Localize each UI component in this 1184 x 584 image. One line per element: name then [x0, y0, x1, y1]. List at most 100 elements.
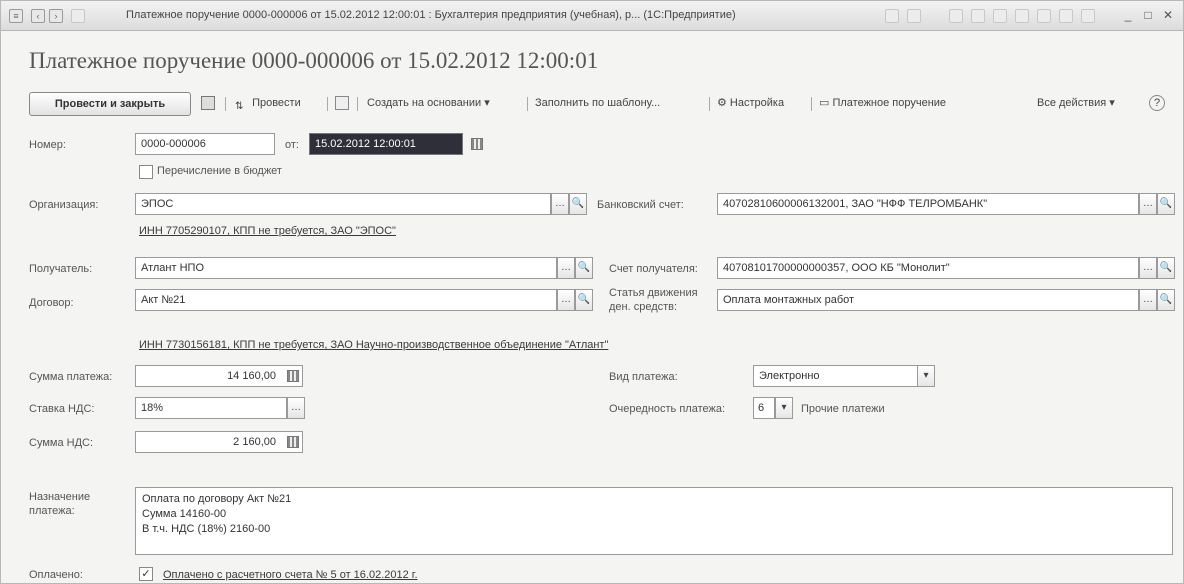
recipient-field[interactable]: Атлант НПО — [135, 257, 557, 279]
organization-open-icon[interactable]: 🔍 — [569, 193, 587, 215]
post-label: Провести — [252, 97, 301, 109]
priority-field[interactable]: 6 — [753, 397, 775, 419]
vat-amount-label: Сумма НДС: — [29, 437, 94, 449]
number-field[interactable]: 0000-000006 — [135, 133, 275, 155]
date-field[interactable]: 15.02.2012 12:00:01 — [309, 133, 463, 155]
organization-label: Организация: — [29, 199, 99, 211]
m-plus-icon[interactable] — [993, 9, 1007, 23]
toolbar-separator — [709, 97, 710, 111]
save-button[interactable] — [201, 92, 215, 116]
purpose-textarea[interactable]: Оплата по договору Акт №21 Сумма 14160-0… — [135, 487, 1173, 555]
calc-icon[interactable] — [949, 9, 963, 23]
report-button[interactable] — [335, 92, 349, 116]
bank-account-select-button[interactable]: … — [1139, 193, 1157, 215]
dropdown-icon[interactable] — [1081, 9, 1095, 23]
recipient-account-open-icon[interactable]: 🔍 — [1157, 257, 1175, 279]
purpose-line: В т.ч. НДС (18%) 2160-00 — [142, 523, 271, 535]
maximize-icon[interactable]: □ — [1139, 7, 1157, 23]
bank-account-open-icon[interactable]: 🔍 — [1157, 193, 1175, 215]
bank-account-label: Банковский счет: — [597, 199, 684, 211]
window-title: Платежное поручение 0000-000006 от 15.02… — [126, 9, 736, 21]
purpose-label-line1: Назначение — [29, 491, 91, 503]
calendar-icon[interactable] — [471, 138, 483, 150]
app-menu-icon[interactable]: ≡ — [9, 9, 23, 23]
recipient-account-field[interactable]: 40708101700000000357, ООО КБ "Монолит" — [717, 257, 1139, 279]
vat-amount-field[interactable]: 2 160,00 — [135, 431, 303, 453]
organization-inn-link[interactable]: ИНН 7705290107, КПП не требуется, ЗАО "Э… — [139, 225, 396, 237]
cash-flow-open-icon[interactable]: 🔍 — [1157, 289, 1175, 311]
amount-label: Сумма платежа: — [29, 371, 113, 383]
chevron-down-icon: ▾ — [1109, 97, 1115, 109]
favorites-icon[interactable] — [885, 9, 899, 23]
recipient-account-label: Счет получателя: — [609, 263, 698, 275]
calculator-icon[interactable] — [287, 436, 299, 448]
gear-icon: ⚙ — [717, 97, 730, 109]
contract-label: Договор: — [29, 297, 74, 309]
document-window: ≡ ‹ › Платежное поручение 0000-000006 от… — [0, 0, 1184, 584]
info-icon[interactable] — [1059, 9, 1073, 23]
priority-dropdown-icon[interactable]: ▾ — [775, 397, 793, 419]
purpose-line: Сумма 14160-00 — [142, 508, 227, 520]
vat-rate-select-button[interactable]: … — [287, 397, 305, 419]
paid-label: Оплачено: — [29, 569, 83, 581]
date-label: от: — [285, 139, 299, 151]
cash-flow-field[interactable]: Оплата монтажных работ — [717, 289, 1139, 311]
recipient-inn-link[interactable]: ИНН 7730156181, КПП не требуется, ЗАО На… — [139, 339, 608, 351]
fill-from-template-button[interactable]: Заполнить по шаблону... — [535, 92, 660, 116]
m-icon[interactable] — [1015, 9, 1029, 23]
post-button[interactable]: ⇅ Провести — [235, 92, 301, 116]
print-payment-order-label: Платежное поручение — [832, 97, 947, 109]
toolbar-separator — [225, 97, 226, 111]
page-title: Платежное поручение 0000-000006 от 15.02… — [29, 48, 599, 73]
priority-label: Очередность платежа: — [609, 403, 726, 415]
toolbar-separator — [811, 97, 812, 111]
organization-select-button[interactable]: … — [551, 193, 569, 215]
budget-checkbox[interactable] — [139, 165, 153, 179]
cash-flow-select-button[interactable]: … — [1139, 289, 1157, 311]
calendar-icon[interactable] — [971, 9, 985, 23]
purpose-label-line2: платежа: — [29, 505, 75, 517]
contract-open-icon[interactable]: 🔍 — [575, 289, 593, 311]
recipient-select-button[interactable]: … — [557, 257, 575, 279]
vat-rate-field[interactable]: 18% — [135, 397, 287, 419]
forward-icon[interactable]: › — [49, 9, 63, 23]
save-icon — [201, 96, 215, 111]
report-icon — [335, 96, 349, 111]
printer-icon: ▭ — [819, 97, 833, 109]
cash-flow-label-line2: ден. средств: — [609, 301, 678, 313]
home-icon[interactable] — [71, 9, 85, 23]
toolbar-separator — [357, 97, 358, 111]
organization-field[interactable]: ЭПОС — [135, 193, 551, 215]
help-button[interactable]: ? — [1149, 92, 1165, 116]
create-based-on-button[interactable]: Создать на основании ▾ — [367, 92, 490, 116]
toolbar-separator — [527, 97, 528, 111]
create-based-on-label: Создать на основании — [367, 97, 482, 109]
paid-checkbox[interactable]: ✓ — [139, 567, 153, 581]
payment-type-field[interactable]: Электронно — [753, 365, 919, 387]
recipient-open-icon[interactable]: 🔍 — [575, 257, 593, 279]
post-and-close-button[interactable]: Провести и закрыть — [29, 92, 191, 116]
priority-description: Прочие платежи — [801, 403, 885, 415]
close-icon[interactable]: ✕ — [1159, 7, 1177, 23]
history-icon[interactable] — [907, 9, 921, 23]
contract-select-button[interactable]: … — [557, 289, 575, 311]
payment-type-dropdown-icon[interactable]: ▾ — [917, 365, 935, 387]
print-payment-order-button[interactable]: ▭ Платежное поручение — [819, 92, 946, 116]
cash-flow-label-line1: Статья движения — [609, 287, 698, 299]
number-label: Номер: — [29, 139, 66, 151]
minimize-icon[interactable]: _ — [1119, 7, 1137, 23]
settings-button[interactable]: ⚙ Настройка — [717, 92, 784, 116]
bank-account-field[interactable]: 40702810600006132001, ЗАО "НФФ ТЕЛРОМБАН… — [717, 193, 1139, 215]
all-actions-button[interactable]: Все действия ▾ — [1037, 92, 1115, 116]
calculator-icon[interactable] — [287, 370, 299, 382]
amount-field[interactable]: 14 160,00 — [135, 365, 303, 387]
recipient-label: Получатель: — [29, 263, 93, 275]
back-icon[interactable]: ‹ — [31, 9, 45, 23]
recipient-account-select-button[interactable]: … — [1139, 257, 1157, 279]
m-minus-icon[interactable] — [1037, 9, 1051, 23]
paid-link[interactable]: Оплачено с расчетного счета № 5 от 16.02… — [163, 569, 418, 581]
contract-field[interactable]: Акт №21 — [135, 289, 557, 311]
payment-type-label: Вид платежа: — [609, 371, 678, 383]
title-bar: ≡ ‹ › Платежное поручение 0000-000006 от… — [1, 1, 1183, 31]
all-actions-label: Все действия — [1037, 97, 1107, 109]
